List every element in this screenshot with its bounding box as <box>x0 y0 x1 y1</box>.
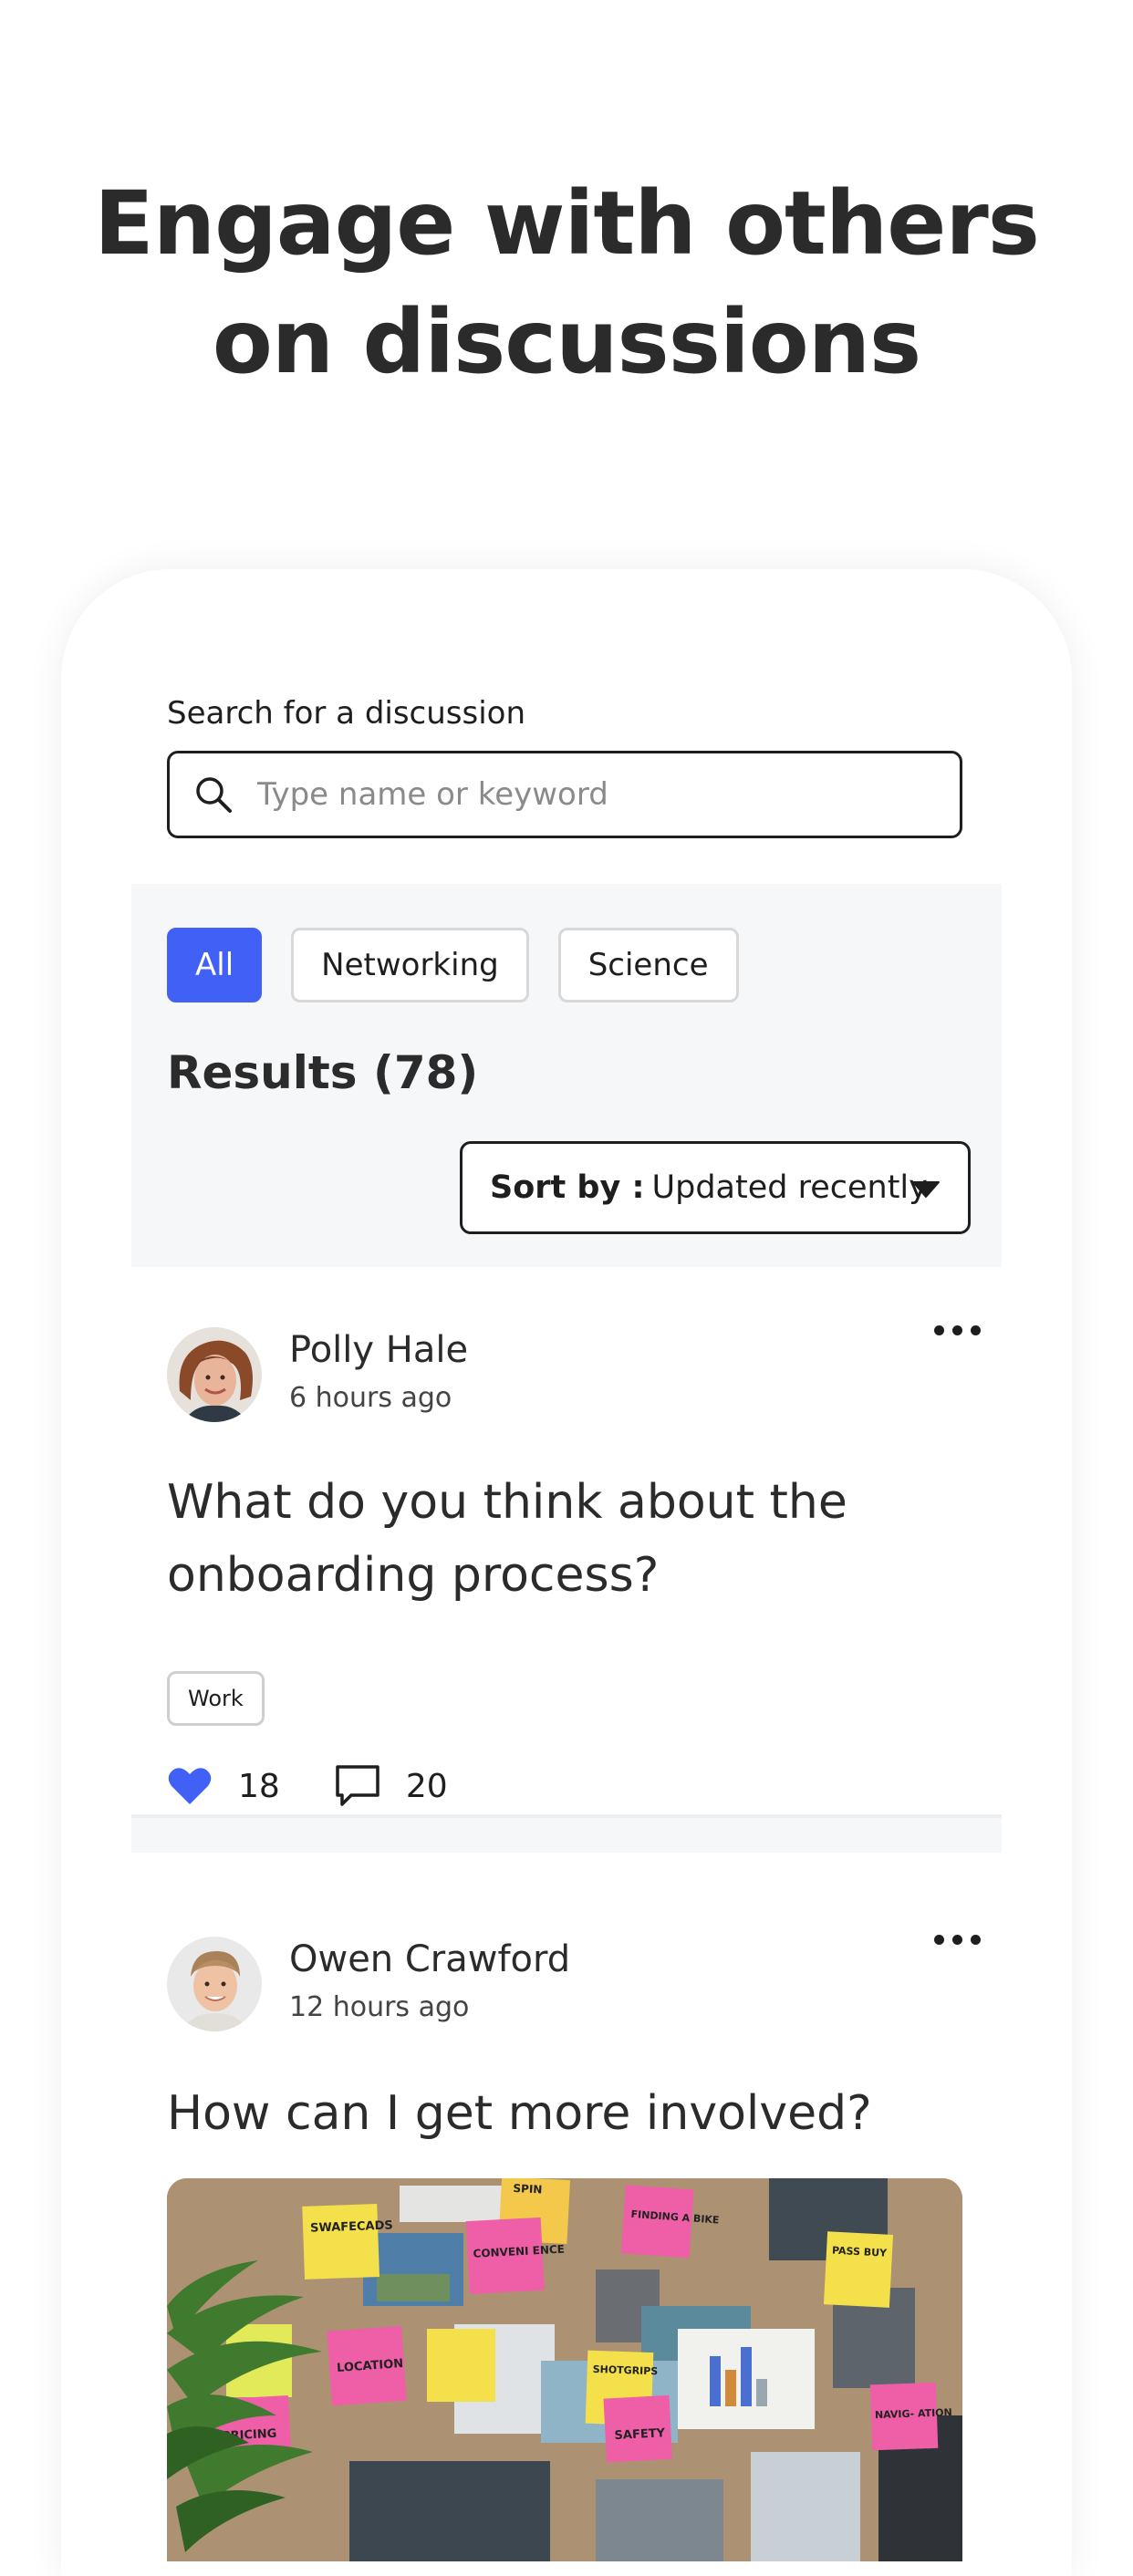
search-field[interactable] <box>167 751 962 838</box>
comment-icon[interactable] <box>335 1764 380 1808</box>
card-divider <box>131 1814 1002 1853</box>
phone-screen: Search for a discussion All Networking S… <box>61 569 1072 2576</box>
more-options-icon[interactable] <box>934 1935 981 1945</box>
search-input[interactable] <box>255 775 898 814</box>
sort-label: Sort by : <box>490 1169 645 1206</box>
discussion-title[interactable]: How can I get more involved? <box>167 2077 970 2150</box>
avatar[interactable] <box>167 1937 262 2031</box>
sticky-note-text: SAFETY <box>614 2426 666 2443</box>
tag-badge[interactable]: Work <box>167 1671 265 1726</box>
sort-dropdown[interactable]: Sort by : Updated recently <box>460 1141 971 1234</box>
comment-count: 20 <box>405 1767 448 1805</box>
filter-chips: All Networking Science <box>167 928 739 1002</box>
discussion-title[interactable]: What do you think about the onboarding p… <box>167 1466 970 1612</box>
post-time: 6 hours ago <box>289 1382 452 1414</box>
filter-chip-all[interactable]: All <box>167 928 263 1002</box>
post-stats: 18 20 <box>167 1764 448 1808</box>
author-name[interactable]: Owen Crawford <box>289 1938 570 1980</box>
author-name[interactable]: Polly Hale <box>289 1329 468 1371</box>
results-title: Results (78) <box>167 1046 479 1099</box>
heart-icon[interactable] <box>167 1766 213 1806</box>
headline-line-1: Engage with others <box>94 172 1040 275</box>
page-headline: Engage with others on discussions <box>0 164 1133 401</box>
post-image[interactable]: SWAFECADS SPIN FINDING A BIKE CONVENI EN… <box>167 2178 962 2561</box>
sort-value: Updated recently <box>651 1169 928 1206</box>
post-time: 12 hours ago <box>289 1991 470 2023</box>
discussion-card[interactable]: Polly Hale 6 hours ago What do you think… <box>131 1267 1002 1814</box>
filter-chip-networking[interactable]: Networking <box>291 928 529 1002</box>
sticky-note-text: SWAFECADS <box>310 2218 393 2235</box>
filter-chip-science[interactable]: Science <box>557 928 739 1002</box>
chevron-down-icon <box>912 1181 940 1198</box>
avatar[interactable] <box>167 1327 262 1422</box>
search-label: Search for a discussion <box>167 695 526 732</box>
sticky-note-text: SPIN <box>513 2182 543 2197</box>
more-options-icon[interactable] <box>934 1325 981 1335</box>
search-icon <box>196 777 232 813</box>
like-count: 18 <box>238 1767 280 1805</box>
headline-line-2: on discussions <box>212 291 921 393</box>
filter-panel: All Networking Science Results (78) Sort… <box>131 884 1002 1267</box>
discussion-card[interactable]: Owen Crawford 12 hours ago How can I get… <box>131 1876 1002 2576</box>
sticky-note-text: SHOTGRIPS <box>592 2363 658 2377</box>
